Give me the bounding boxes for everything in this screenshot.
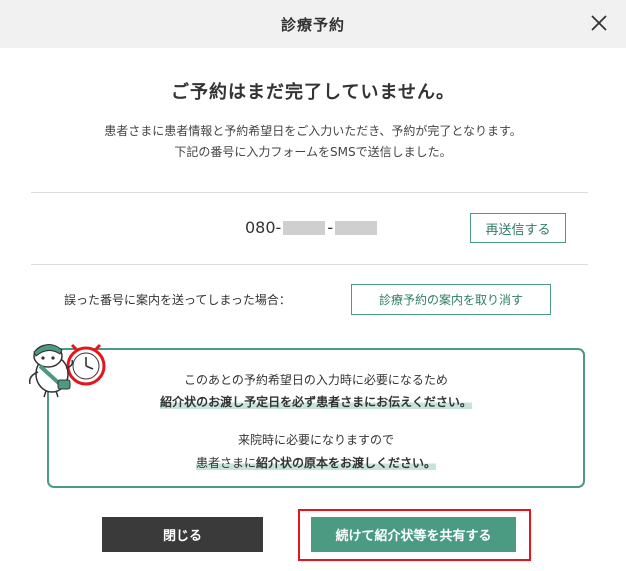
- page-title: ご予約はまだ完了していません。: [171, 82, 455, 103]
- description-line-1: 患者さまに患者情報と予約希望日をご入力いただき、予約が完了となります。: [104, 124, 522, 138]
- notice-line-2-wrap: 紹介状のお渡し予定日を必ず患者さまにお伝えください。: [49, 393, 583, 410]
- notice-line-4-plain: 患者さまに: [195, 456, 256, 470]
- masked-digits-1: [283, 220, 326, 235]
- notice-box: このあとの予約希望日の入力時に必要になるため 紹介状のお渡し予定日を必ず患者さま…: [47, 348, 585, 488]
- notice-line-4-wrap: 患者さまに紹介状の原本をお渡しください。: [49, 454, 583, 471]
- dialog-header: 診療予約: [0, 0, 626, 48]
- description-line-2: 下記の番号に入力フォームをSMSで送信しました。: [174, 145, 452, 159]
- divider-bottom: [31, 264, 588, 265]
- close-button[interactable]: 閉じる: [102, 517, 263, 552]
- masked-digits-2: [335, 220, 378, 235]
- phone-number: 080- -: [245, 218, 379, 237]
- notice-line-2: 紹介状のお渡し予定日を必ず患者さまにお伝えください。: [160, 395, 472, 409]
- close-icon[interactable]: [586, 10, 612, 36]
- booking-dialog: 診療予約 ご予約はまだ完了していません。 患者さまに患者情報と予約希望日をご入力…: [0, 0, 626, 571]
- description: 患者さまに患者情報と予約希望日をご入力いただき、予約が完了となります。 下記の番…: [0, 121, 626, 163]
- phone-separator: -: [327, 218, 334, 237]
- notice-line-4-bold: 紹介状の原本をお渡しください。: [256, 456, 437, 470]
- notice-line-1: このあとの予約希望日の入力時に必要になるため: [184, 373, 448, 387]
- phone-prefix: 080-: [245, 218, 282, 237]
- cancel-label: 誤った番号に案内を送ってしまった場合：: [64, 293, 291, 307]
- cancel-booking-guide-button[interactable]: 診療予約の案内を取り消す: [351, 284, 551, 315]
- cancel-row: 誤った番号に案内を送ってしまった場合： 診療予約の案内を取り消す: [0, 284, 626, 316]
- notice-line-3: 来院時に必要になりますので: [237, 433, 394, 447]
- resend-button[interactable]: 再送信する: [470, 213, 566, 243]
- doctor-mascot-with-clock-icon: [22, 336, 108, 398]
- dialog-title: 診療予約: [280, 15, 345, 34]
- share-referral-button[interactable]: 続けて紹介状等を共有する: [311, 517, 516, 552]
- phone-row: 080- - 再送信する: [31, 192, 588, 264]
